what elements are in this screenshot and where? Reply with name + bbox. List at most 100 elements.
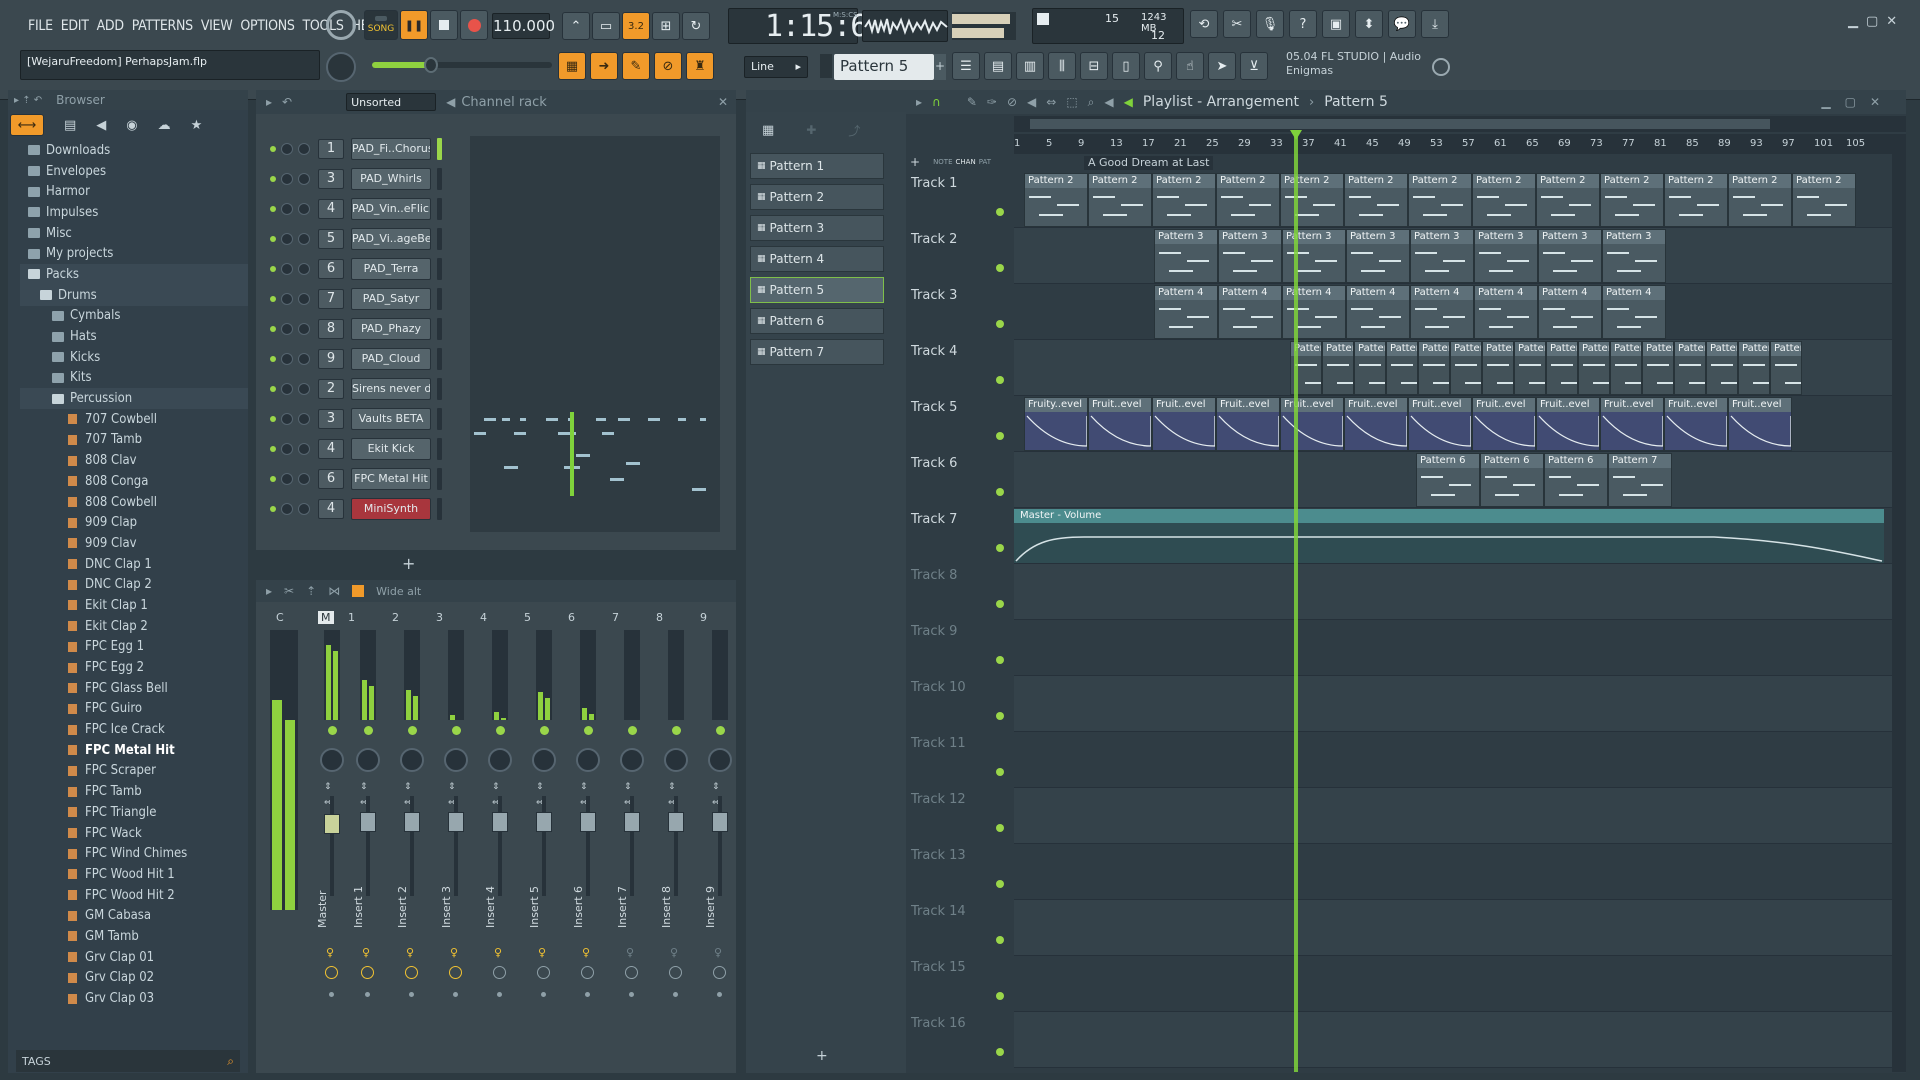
track-header[interactable]: Track 13 (906, 844, 1010, 900)
undo-icon[interactable]: ⟲ (1190, 10, 1218, 38)
playlist-clip[interactable]: Pattern 3 (1218, 229, 1282, 283)
channel-name-button[interactable]: FPC Metal Hit (351, 468, 431, 490)
browser-file[interactable]: Grv Clap 03 (68, 988, 248, 1009)
channel-mixer-track[interactable]: 8 (318, 319, 344, 339)
strip-route-knob[interactable] (325, 966, 338, 979)
stereo-separation-icon[interactable]: ⇕ (580, 782, 588, 792)
strip-pan-knob[interactable] (444, 748, 468, 772)
playlist-clip[interactable]: Pattern 4 (1354, 341, 1386, 395)
track-lane[interactable] (1014, 788, 1892, 844)
channel-name-button[interactable]: PAD_Satyr (351, 288, 431, 310)
playlist-clip[interactable]: Pattern 2 (1152, 173, 1216, 227)
mixer-icon[interactable]: ⫼ (1048, 52, 1076, 80)
automation-icon[interactable]: ⤴ (848, 122, 860, 139)
playhead[interactable] (1294, 136, 1298, 1072)
stereo-separation-icon[interactable]: ⇕ (536, 782, 544, 792)
strip-fx-icon[interactable]: ♀ (326, 946, 334, 959)
overview-scrollbar[interactable] (1014, 116, 1906, 132)
strip-fader[interactable] (492, 812, 508, 832)
strip-enable-led[interactable] (496, 726, 505, 735)
channel-name-button[interactable]: PAD_Vin..eFlick (351, 198, 431, 220)
browser-folder-harmor[interactable]: Harmor (28, 181, 248, 202)
mixer-menu-arrow[interactable]: ▸ (266, 584, 272, 598)
track-header[interactable]: Track 15 (906, 956, 1010, 1012)
playlist-clip[interactable]: Pattern 3 (1538, 229, 1602, 283)
track-header[interactable]: Track 12 (906, 788, 1010, 844)
channel-volume-knob[interactable] (298, 383, 310, 395)
channel-pan-knob[interactable] (281, 143, 293, 155)
track-lane[interactable] (1014, 1012, 1892, 1068)
browser-file[interactable]: FPC Tamb (68, 781, 248, 802)
add-pattern-button[interactable]: + (816, 1048, 828, 1064)
browser-file[interactable]: 909 Clav (68, 533, 248, 554)
track-mute-led[interactable] (996, 656, 1004, 664)
strip-route-dot[interactable] (365, 992, 370, 997)
automation-clip[interactable]: Master - Volume (1014, 509, 1884, 563)
track-header[interactable]: Track 16 (906, 1012, 1010, 1068)
channel-volume-knob[interactable] (298, 323, 310, 335)
channel-mixer-track[interactable]: 7 (318, 289, 344, 309)
browser-file[interactable]: GM Tamb (68, 926, 248, 947)
strip-fader[interactable] (536, 812, 552, 832)
select-icon[interactable]: ⬚ (1066, 95, 1077, 109)
browser-file[interactable]: 707 Tamb (68, 430, 248, 451)
channel-mixer-track[interactable]: 6 (318, 259, 344, 279)
playlist-clip[interactable]: Pattern 4 (1578, 341, 1610, 395)
playlist-clip[interactable]: Fruity..evel (1024, 397, 1088, 451)
channel-mixer-track[interactable]: 4 (318, 499, 344, 519)
magnet-icon[interactable]: ∩ (932, 95, 941, 109)
channel-volume-knob[interactable] (298, 443, 310, 455)
playlist-clip[interactable]: Pattern 2 (1472, 173, 1536, 227)
channel-mixer-track[interactable]: 1 (318, 139, 344, 159)
mixer-track-number[interactable]: C (276, 611, 284, 624)
menu-patterns[interactable]: PATTERNS (128, 18, 197, 34)
mixer-route-icon[interactable]: ⋈ (328, 584, 340, 598)
browser-file[interactable]: FPC Guiro (68, 699, 248, 720)
menu-edit[interactable]: EDIT (57, 18, 93, 34)
channel-pan-knob[interactable] (281, 473, 293, 485)
channel-mute-led[interactable] (270, 146, 276, 152)
channel-select-indicator[interactable] (437, 348, 442, 370)
cart-icon[interactable]: ⊻ (1240, 52, 1268, 80)
track-header[interactable]: Track 7 (906, 508, 1010, 564)
strip-route-dot[interactable] (717, 992, 722, 997)
track-mute-led[interactable] (996, 376, 1004, 384)
channel-mixer-track[interactable]: 4 (318, 199, 344, 219)
strip-pan-knob[interactable] (400, 748, 424, 772)
mixer-track-number[interactable]: 9 (700, 611, 707, 624)
track-header[interactable]: Track 9 (906, 620, 1010, 676)
playlist-clip[interactable]: Pattern 6 (1416, 453, 1480, 507)
channel-select-indicator[interactable] (437, 288, 442, 310)
mixer-strip[interactable]: ⇕ ⇔ Insert 1 ♀ (348, 626, 392, 1066)
wait-input-icon[interactable]: ▭ (592, 12, 620, 40)
slip-icon[interactable]: ⇔ (1046, 95, 1056, 109)
news-panel[interactable]: 05.04 FL STUDIO | Audio Enigmas (1286, 50, 1436, 84)
playlist-clip[interactable]: Pattern 2 (1600, 173, 1664, 227)
playlist-clip[interactable]: Pattern 2 (1344, 173, 1408, 227)
touch-icon[interactable]: ☝ (1176, 52, 1204, 80)
channel-mixer-track[interactable]: 2 (318, 379, 344, 399)
vertical-scrollbar[interactable] (1892, 134, 1906, 1072)
strip-pan-knob[interactable] (620, 748, 644, 772)
paint-icon[interactable]: ✑ (987, 95, 997, 109)
strip-route-knob[interactable] (493, 966, 506, 979)
channel-mute-led[interactable] (270, 416, 276, 422)
track-mute-led[interactable] (996, 992, 1004, 1000)
channel-mixer-track[interactable]: 9 (318, 349, 344, 369)
mixer-strip[interactable]: ⇕ ⇔ Insert 6 ♀ (568, 626, 612, 1066)
playlist-clip[interactable]: Fruit..evel (1088, 397, 1152, 451)
channel-mute-led[interactable] (270, 446, 276, 452)
strip-route-dot[interactable] (585, 992, 590, 997)
playlist-clip[interactable]: Fruit..evel (1152, 397, 1216, 451)
playlist-clip[interactable]: Pattern 3 (1154, 229, 1218, 283)
channel-volume-knob[interactable] (298, 353, 310, 365)
playlist-clip[interactable]: Pattern 4 (1642, 341, 1674, 395)
time-display[interactable]: 1:15:66 M:S:CS (728, 8, 885, 44)
channel-name-button[interactable]: MiniSynth (351, 498, 431, 520)
playlist-clip[interactable]: Pattern 2 (1728, 173, 1792, 227)
mixer-track-number[interactable]: 7 (612, 611, 619, 624)
channel-pan-knob[interactable] (281, 203, 293, 215)
strip-fx-icon[interactable]: ♀ (494, 946, 502, 959)
rack-menu-arrow[interactable]: ▸ (266, 95, 272, 109)
track-lane[interactable] (1014, 620, 1892, 676)
